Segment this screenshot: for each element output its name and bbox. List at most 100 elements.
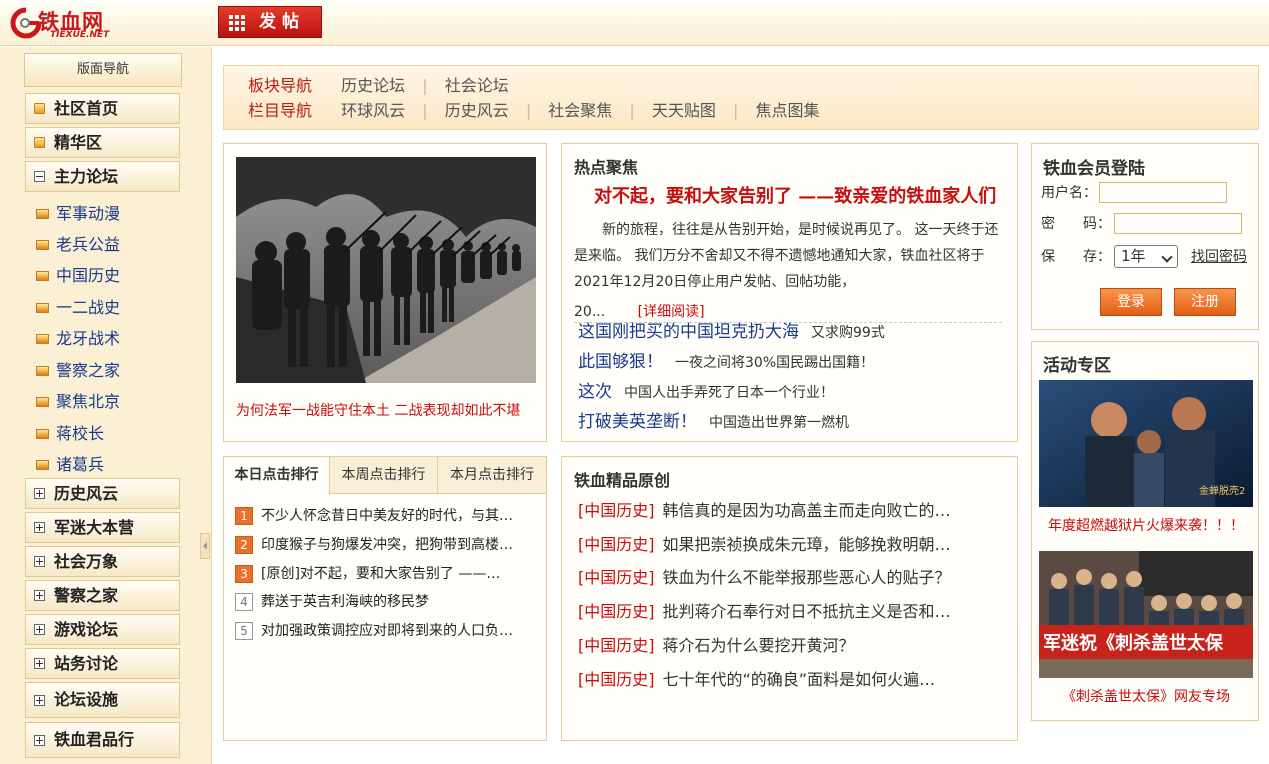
original-item[interactable]: [中国历史] 批判蒋介石奉行对日不抵抗主义是否和… — [578, 600, 1003, 624]
original-title: 批判蒋介石奉行对日不抵抗主义是否和… — [662, 602, 951, 621]
nav-link[interactable]: 社会论坛 — [445, 76, 509, 95]
find-password-link[interactable]: 找回密码 — [1191, 246, 1247, 266]
original-title: 如果把崇祯换成朱元璋，能够挽救明朝… — [662, 535, 951, 554]
rank-item[interactable]: 3 [原创]对不起，要和大家告别了 ——… — [235, 563, 535, 585]
sidebar-subitem[interactable]: 警察之家 — [36, 358, 120, 384]
rank-number: 1 — [235, 507, 253, 525]
nav-link[interactable]: 社会聚焦 — [548, 101, 612, 120]
banner-text: 军迷祝《刺杀盖世太保 — [1043, 632, 1224, 654]
activity-title: 活动专区 — [1043, 356, 1111, 376]
username-input[interactable] — [1099, 182, 1227, 203]
sidebar-group[interactable]: 站务讨论 — [25, 648, 180, 679]
sidebar-group[interactable]: 警察之家 — [25, 580, 180, 611]
sidebar-subitem[interactable]: 蒋校长 — [36, 421, 104, 447]
rank-item[interactable]: 5 对加强政策调控应对即将到来的人口负… — [235, 620, 535, 642]
original-item[interactable]: [中国历史] 蒋介石为什么要挖开黄河？ — [578, 634, 1003, 658]
movie-poster-image: 金蝉脱壳2 — [1039, 380, 1253, 507]
username-label: 用户名： — [1041, 185, 1097, 201]
board-icon — [36, 460, 49, 470]
nav-link[interactable]: 焦点图集 — [755, 101, 819, 120]
read-more-link[interactable]: [详细阅读] — [638, 304, 705, 320]
register-button[interactable]: 注册 — [1174, 288, 1236, 316]
sidebar-group[interactable]: 军迷大本营 — [25, 512, 180, 543]
nav-link[interactable]: 天天贴图 — [652, 101, 716, 120]
sidebar-item-digest[interactable]: 精华区 — [25, 127, 180, 158]
sidebar-group[interactable]: 历史风云 — [25, 478, 180, 509]
sidebar-group[interactable]: 社会万象 — [25, 546, 180, 577]
sidebar-group[interactable]: 论坛设施 — [25, 682, 180, 718]
activity-caption[interactable]: 年度超燃越狱片火爆来袭！！！ — [1032, 515, 1260, 535]
rank-item[interactable]: 4 葬送于英吉利海峡的移民梦 — [235, 591, 535, 613]
hot-headline[interactable]: 对不起，要和大家告别了 ——致亲爱的铁血家人们 — [594, 182, 1014, 208]
post-button-label: 发帖 — [259, 12, 305, 32]
divider: | — [422, 101, 428, 120]
poster-text: 金蝉脱壳2 — [1199, 484, 1245, 497]
rank-number: 3 — [235, 565, 253, 583]
tab-monthly-rank[interactable]: 本月点击排行 — [438, 457, 546, 494]
rank-title: 对加强政策调控应对即将到来的人口负… — [261, 623, 513, 639]
sidebar-subitem[interactable]: 中国历史 — [36, 263, 120, 289]
board-nav: 板块导航 历史论坛 | 社会论坛 — [248, 75, 509, 97]
sidebar-item-label: 主力论坛 — [54, 167, 119, 186]
original-item[interactable]: [中国历史] 如果把崇祯换成朱元璋，能够挽救明朝… — [578, 533, 1003, 557]
original-item[interactable]: [中国历史] 七十年代的“的确良”面料是如何火遍… — [578, 668, 1003, 692]
sidebar-group-label: 游戏论坛 — [54, 620, 119, 639]
sidebar-subitem-label: 中国历史 — [56, 266, 121, 285]
soldiers-marching-photo — [236, 157, 536, 383]
nav-link[interactable]: 环球风云 — [341, 101, 405, 120]
original-category: [中国历史] — [578, 602, 655, 621]
sidebar-collapse-handle[interactable] — [200, 533, 210, 559]
rank-number: 2 — [235, 536, 253, 554]
rank-item[interactable]: 1 不少人怀念昔日中美友好的时代，与其… — [235, 505, 535, 527]
activity-caption[interactable]: 《刺杀盖世太保》网友专场 — [1032, 686, 1260, 706]
featured-photo-caption[interactable]: 为何法军一战能守住本土 二战表现却如此不堪 — [236, 400, 520, 420]
board-icon — [36, 209, 49, 219]
featured-photo[interactable] — [236, 157, 536, 383]
sidebar-subitem[interactable]: 诸葛兵 — [36, 452, 104, 478]
sidebar-group[interactable]: 铁血君品行 — [25, 722, 180, 758]
sidebar-group-label: 警察之家 — [54, 586, 119, 605]
sidebar-group[interactable]: 游戏论坛 — [25, 614, 180, 645]
remember-label: 保 存： — [1041, 249, 1111, 265]
nav-link[interactable]: 历史风云 — [445, 101, 509, 120]
sidebar-subitem-label: 老兵公益 — [56, 235, 121, 254]
hot-link[interactable]: 打破美英垄断！ 中国造出世界第一燃机 — [578, 410, 849, 434]
sidebar-item-main-forum[interactable]: 主力论坛 — [25, 161, 180, 192]
login-button[interactable]: 登录 — [1100, 288, 1162, 316]
sidebar-subitem[interactable]: 龙牙战术 — [36, 326, 120, 352]
sidebar-group-label: 论坛设施 — [54, 690, 119, 709]
sidebar-subitem[interactable]: 一二战史 — [36, 295, 120, 321]
post-button[interactable]: 发帖 — [218, 6, 322, 38]
hot-link[interactable]: 此国够狠！ 一夜之间将30%国民踢出国籍！ — [578, 350, 874, 374]
tab-daily-rank[interactable]: 本日点击排行 — [224, 457, 330, 495]
expand-icon — [34, 590, 45, 601]
hot-link[interactable]: 这国刚把买的中国坦克扔大海 又求购99式 — [578, 320, 885, 344]
sidebar-subitem[interactable]: 军事动漫 — [36, 201, 120, 227]
sidebar-subitem-label: 蒋校长 — [56, 424, 105, 443]
site-logo[interactable]: 铁血网 TIEXUE.NET — [8, 4, 128, 42]
activity-banner[interactable]: 军迷祝《刺杀盖世太保 — [1039, 551, 1253, 678]
remember-duration-select[interactable]: 1年 — [1114, 245, 1178, 268]
rank-item[interactable]: 2 印度猴子与狗爆发冲突，把狗带到高楼… — [235, 534, 535, 556]
tab-weekly-rank[interactable]: 本周点击排行 — [330, 457, 438, 494]
sidebar-subitem-label: 军事动漫 — [56, 204, 121, 223]
rank-title: 印度猴子与狗爆发冲突，把狗带到高楼… — [261, 537, 513, 553]
nav-link[interactable]: 历史论坛 — [341, 76, 405, 95]
sidebar-subitem[interactable]: 老兵公益 — [36, 232, 120, 258]
sidebar-item-label: 社区首页 — [54, 99, 119, 118]
activity-panel: 活动专区 金蝉脱壳2 年度超燃越狱片火爆来袭！！！ 军迷祝《刺杀盖世太保 《刺杀… — [1031, 341, 1259, 721]
hot-link[interactable]: 这次 中国人出手弄死了日本一个行业！ — [578, 380, 834, 404]
original-item[interactable]: [中国历史] 韩信真的是因为功高盖主而走向败亡的… — [578, 499, 1003, 523]
board-icon — [36, 397, 49, 407]
password-input[interactable] — [1114, 213, 1242, 234]
board-nav-label: 板块导航 — [248, 76, 313, 95]
original-category: [中国历史] — [578, 501, 655, 520]
activity-banner[interactable]: 金蝉脱壳2 — [1039, 380, 1253, 507]
original-item[interactable]: [中国历史] 铁血为什么不能举报那些恶心人的贴子？ — [578, 566, 1003, 590]
remember-duration-value: 1年 — [1121, 247, 1146, 265]
expand-icon — [34, 735, 45, 746]
rank-title: [原创]对不起，要和大家告别了 ——… — [261, 566, 501, 582]
sidebar-subitem[interactable]: 聚焦北京 — [36, 389, 120, 415]
sidebar-item-community-home[interactable]: 社区首页 — [25, 93, 180, 124]
grid-icon — [229, 15, 245, 31]
